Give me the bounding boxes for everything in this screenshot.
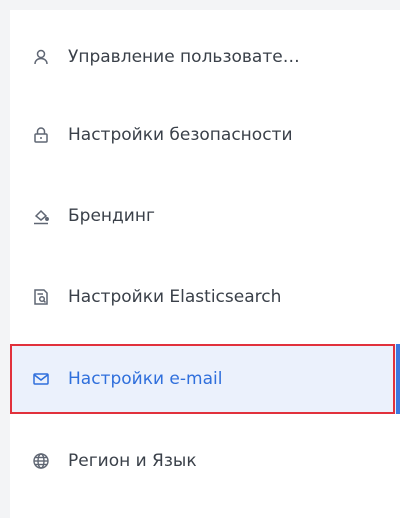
sidebar-item-region-language[interactable]: Регион и Язык [10,426,400,496]
mail-icon [32,370,50,388]
sidebar-item-security[interactable]: Настройки безопасности [10,100,400,170]
sidebar-item-elasticsearch[interactable]: Настройки Elasticsearch [10,262,400,332]
settings-sidebar: Управление пользовате… Настройки безопас… [10,10,400,518]
active-indicator [396,344,400,414]
sidebar-item-label: Регион и Язык [68,451,197,471]
sidebar-item-label: Брендинг [68,206,155,226]
sidebar-item-branding[interactable]: Брендинг [10,181,400,251]
sidebar-item-label: Настройки безопасности [68,125,293,145]
user-icon [32,48,50,66]
globe-icon [32,452,50,470]
sidebar-item-label: Управление пользовате… [68,47,300,67]
sidebar-item-user-management[interactable]: Управление пользовате… [10,22,400,92]
sidebar-item-label: Настройки e-mail [68,369,223,389]
paint-bucket-icon [32,207,50,225]
sidebar-item-label: Настройки Elasticsearch [68,287,282,307]
lock-icon [32,126,50,144]
sidebar-item-email[interactable]: Настройки e-mail [10,344,400,414]
search-document-icon [32,288,50,306]
